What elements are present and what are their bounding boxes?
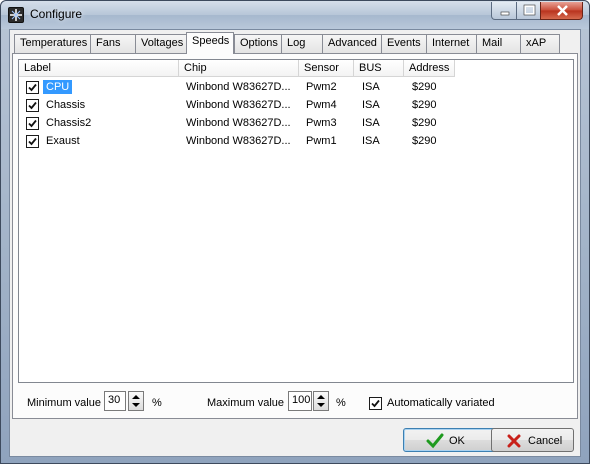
row-label[interactable]: Exaust: [43, 134, 83, 148]
checkmark-icon: [28, 83, 37, 92]
minimize-icon: [500, 11, 510, 16]
tab-label: Mail: [482, 37, 503, 49]
table-row[interactable]: Exaust Winbond W83627D... Pwm1 ISA $290: [19, 132, 573, 150]
configure-window: Configure Temperatures Fans Voltages Spe…: [0, 0, 590, 464]
row-chip: Winbond W83627D...: [186, 135, 291, 147]
tab-fans[interactable]: Fans: [90, 34, 136, 53]
list-rows: CPU Winbond W83627D... Pwm2 ISA $290 Cha…: [19, 78, 573, 150]
close-icon: [557, 5, 568, 16]
tab-log[interactable]: Log: [281, 34, 323, 53]
row-label[interactable]: CPU: [43, 80, 73, 94]
ok-button-label: OK: [449, 435, 465, 447]
row-enabled-checkbox[interactable]: [26, 99, 39, 112]
tab-speeds[interactable]: Speeds: [186, 32, 234, 54]
table-row[interactable]: Chassis Winbond W83627D... Pwm4 ISA $290: [19, 96, 573, 114]
tab-label: Options: [240, 37, 278, 49]
x-icon: [507, 434, 521, 448]
tab-temperatures[interactable]: Temperatures: [14, 34, 91, 53]
spin-arrows-icon: [317, 395, 325, 407]
table-row[interactable]: CPU Winbond W83627D... Pwm2 ISA $290: [19, 78, 573, 96]
fan-speed-list[interactable]: Label Chip Sensor BUS Address CPU Winbon…: [18, 59, 574, 383]
min-value-label: Minimum value: [27, 397, 101, 409]
title-bar[interactable]: Configure: [1, 1, 589, 29]
tab-events[interactable]: Events: [381, 34, 427, 53]
maximize-button[interactable]: [516, 2, 541, 20]
max-value-input[interactable]: 100: [288, 391, 312, 411]
column-header-text: Sensor: [304, 62, 339, 74]
row-enabled-checkbox[interactable]: [26, 81, 39, 94]
row-address: $290: [412, 117, 437, 129]
speeds-tab-panel: Label Chip Sensor BUS Address CPU Winbon…: [12, 53, 578, 419]
tab-xap[interactable]: xAP: [520, 34, 560, 53]
tab-label: Advanced: [328, 37, 377, 49]
ok-button[interactable]: OK: [403, 428, 498, 452]
auto-variated-checkbox[interactable]: [369, 397, 382, 410]
tab-label: Fans: [96, 37, 121, 49]
column-header-text: BUS: [359, 62, 382, 74]
tab-label: Speeds: [192, 35, 230, 47]
tab-advanced[interactable]: Advanced: [322, 34, 382, 53]
tab-label: Internet: [432, 37, 470, 49]
column-header-address[interactable]: Address: [404, 60, 455, 77]
table-row[interactable]: Chassis2 Winbond W83627D... Pwm3 ISA $29…: [19, 114, 573, 132]
tab-label: Voltages: [141, 37, 184, 49]
max-value-unit: %: [336, 397, 346, 409]
checkmark-icon: [28, 101, 37, 110]
close-button[interactable]: [540, 2, 583, 20]
row-sensor: Pwm1: [306, 135, 337, 147]
maximize-icon: [523, 4, 536, 16]
minimize-button[interactable]: [491, 2, 517, 20]
checkmark-icon: [28, 119, 37, 128]
column-header-text: Chip: [184, 62, 207, 74]
cancel-button[interactable]: Cancel: [491, 428, 574, 452]
row-sensor: Pwm2: [306, 81, 337, 93]
row-address: $290: [412, 99, 437, 111]
column-header-text: Address: [409, 62, 450, 74]
row-label[interactable]: Chassis2: [43, 116, 94, 130]
row-chip: Winbond W83627D...: [186, 117, 291, 129]
column-header-label[interactable]: Label: [19, 60, 179, 77]
row-sensor: Pwm4: [306, 99, 337, 111]
tab-label: xAP: [526, 37, 547, 49]
row-address: $290: [412, 135, 437, 147]
cancel-button-label: Cancel: [528, 435, 563, 447]
row-chip: Winbond W83627D...: [186, 99, 291, 111]
tab-label: Log: [287, 37, 306, 49]
tab-mail[interactable]: Mail: [476, 34, 521, 53]
row-bus: ISA: [362, 117, 380, 129]
row-enabled-checkbox[interactable]: [26, 135, 39, 148]
row-sensor: Pwm3: [306, 117, 337, 129]
column-header-sensor[interactable]: Sensor: [299, 60, 354, 77]
row-chip: Winbond W83627D...: [186, 81, 291, 93]
column-header-chip[interactable]: Chip: [179, 60, 299, 77]
min-value-input[interactable]: 30: [104, 391, 126, 411]
max-value-spinner[interactable]: [313, 391, 329, 411]
list-header: Label Chip Sensor BUS Address: [19, 60, 573, 77]
row-address: $290: [412, 81, 437, 93]
dialog-client-area: Temperatures Fans Voltages Speeds Option…: [9, 29, 581, 457]
row-enabled-checkbox[interactable]: [26, 117, 39, 130]
max-value-label: Maximum value: [207, 397, 285, 409]
column-header-text: Label: [24, 62, 51, 74]
auto-variated-label: Automatically variated: [387, 397, 495, 409]
min-value-spinner[interactable]: [128, 391, 144, 411]
min-value-unit: %: [152, 397, 162, 409]
row-bus: ISA: [362, 81, 380, 93]
row-bus: ISA: [362, 135, 380, 147]
tab-voltages[interactable]: Voltages: [135, 34, 192, 53]
checkmark-icon: [28, 137, 37, 146]
spin-arrows-icon: [132, 395, 140, 407]
tab-internet[interactable]: Internet: [426, 34, 477, 53]
tab-options[interactable]: Options: [234, 34, 282, 53]
speed-range-bar: Minimum value 30 % Maximum value 100 % A…: [18, 387, 574, 417]
tab-label: Temperatures: [20, 37, 88, 49]
window-title: Configure: [30, 7, 83, 21]
check-icon: [426, 433, 444, 449]
row-bus: ISA: [362, 99, 380, 111]
checkmark-icon: [371, 399, 380, 408]
column-header-bus[interactable]: BUS: [354, 60, 404, 77]
row-label[interactable]: Chassis: [43, 98, 88, 112]
config-app-icon: [8, 7, 24, 23]
tab-label: Events: [387, 37, 421, 49]
